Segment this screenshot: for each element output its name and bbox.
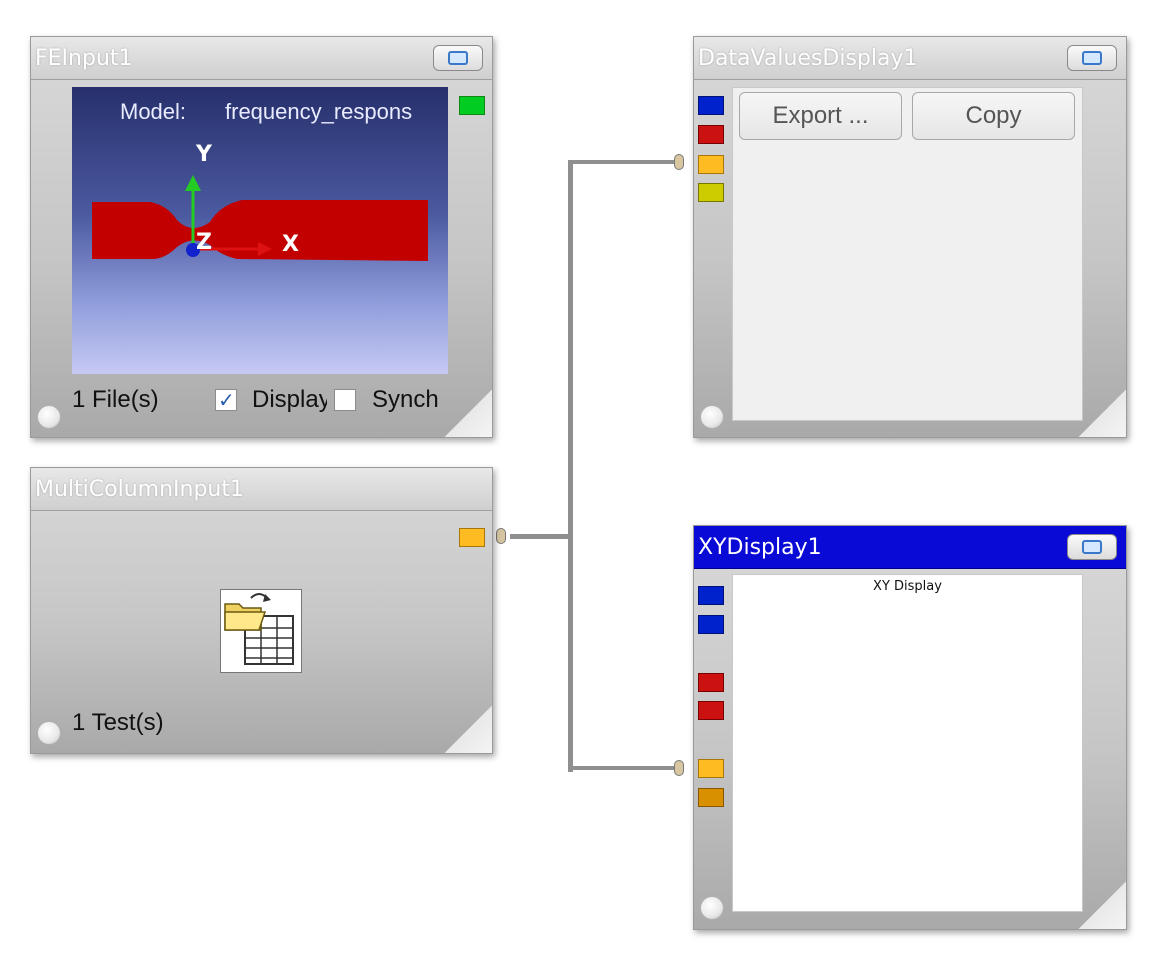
axis-y-label: Y [196, 142, 212, 167]
model-viewer[interactable]: Model: frequency_respons Y X Z [72, 87, 448, 374]
fe-model-shape [92, 175, 428, 261]
multi-column-input-title: MultiColumnInput1 [35, 477, 244, 502]
export-button[interactable]: Export ... [739, 92, 902, 140]
resize-grip[interactable] [444, 389, 492, 437]
status-indicator-green [459, 96, 485, 115]
input-port-orange[interactable] [698, 759, 724, 778]
file-open-table-icon[interactable] [220, 589, 302, 673]
check-icon: ✓ [218, 388, 235, 412]
fe-input-panel[interactable]: FEInput1 Model: frequency_respons Y X Z … [30, 36, 493, 438]
display-checkbox[interactable]: ✓ [215, 389, 237, 411]
synch-checkbox[interactable] [334, 389, 356, 411]
xy-plot-area[interactable]: XY Display [732, 574, 1083, 912]
synch-label: Synch [372, 386, 439, 413]
copy-button[interactable]: Copy [912, 92, 1075, 140]
fe-input-titlebar[interactable]: FEInput1 [31, 37, 492, 80]
data-values-display-panel[interactable]: DataValuesDisplay1 Export ... Copy [693, 36, 1127, 438]
files-count: 1 File(s) [72, 386, 159, 413]
input-port-blue[interactable] [698, 615, 724, 634]
axis-z-label: Z [196, 230, 212, 255]
resize-grip[interactable] [444, 705, 492, 753]
input-port-red[interactable] [698, 673, 724, 692]
maximize-icon[interactable] [1067, 534, 1117, 560]
multi-column-input-panel[interactable]: MultiColumnInput1 1 Test(s) [30, 467, 493, 754]
xy-display-titlebar[interactable]: XYDisplay1 [694, 526, 1126, 569]
status-light-icon [37, 721, 61, 745]
synch-label-clip: Synch [369, 382, 443, 422]
input-port-blue[interactable] [698, 96, 724, 115]
input-port-yellow[interactable] [698, 183, 724, 202]
data-values-area[interactable]: Export ... Copy [732, 87, 1083, 421]
status-light-icon [700, 896, 724, 920]
input-port-dark-orange[interactable] [698, 788, 724, 807]
status-light-icon [700, 405, 724, 429]
xy-plot-title: XY Display [873, 579, 942, 594]
data-values-display-title: DataValuesDisplay1 [698, 46, 918, 71]
input-port-blue[interactable] [698, 586, 724, 605]
input-port-red[interactable] [698, 125, 724, 144]
maximize-icon[interactable] [433, 45, 483, 71]
output-port-orange[interactable] [459, 528, 485, 547]
fe-input-title: FEInput1 [35, 46, 133, 71]
tests-count: 1 Test(s) [72, 709, 164, 736]
resize-grip[interactable] [1078, 389, 1126, 437]
input-port-red[interactable] [698, 701, 724, 720]
data-values-display-titlebar[interactable]: DataValuesDisplay1 [694, 37, 1126, 80]
xy-display-title: XYDisplay1 [698, 535, 822, 560]
axis-x-label: X [282, 232, 299, 257]
input-port-orange[interactable] [698, 155, 724, 174]
status-light-icon [37, 405, 61, 429]
display-label: Display [252, 386, 327, 413]
xy-display-panel[interactable]: XYDisplay1 XY Display [693, 525, 1127, 930]
multi-column-input-titlebar[interactable]: MultiColumnInput1 [31, 468, 492, 511]
workspace-canvas[interactable]: { "colors": { "port_blue": "#0022cc", "p… [0, 0, 1164, 963]
resize-grip[interactable] [1078, 881, 1126, 929]
maximize-icon[interactable] [1067, 45, 1117, 71]
display-label-clip: Display [249, 382, 327, 422]
